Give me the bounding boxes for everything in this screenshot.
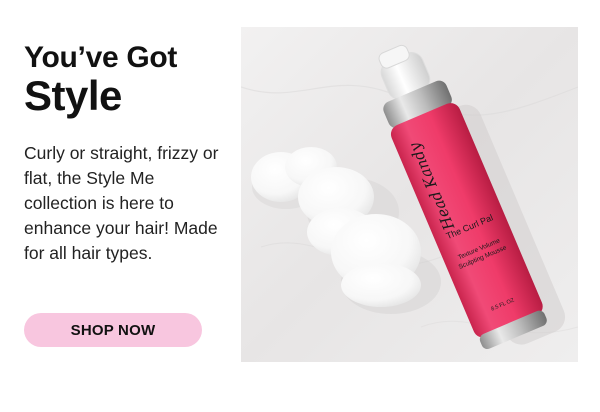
text-column: You’ve Got Style Curly or straight, friz…: [24, 42, 224, 266]
body-copy: Curly or straight, frizzy or flat, the S…: [24, 143, 219, 263]
shop-now-button[interactable]: SHOP NOW: [24, 313, 202, 347]
eyebrow-heading: You’ve Got: [24, 41, 178, 74]
product-photo[interactable]: Head Kandy The Curl Pal Texture Volume S…: [241, 27, 578, 362]
mousse-bottle-image: Head Kandy The Curl Pal Texture Volume S…: [241, 27, 578, 362]
headline: Style: [24, 72, 122, 119]
promo-banner: You’ve Got Style Curly or straight, friz…: [0, 0, 600, 412]
